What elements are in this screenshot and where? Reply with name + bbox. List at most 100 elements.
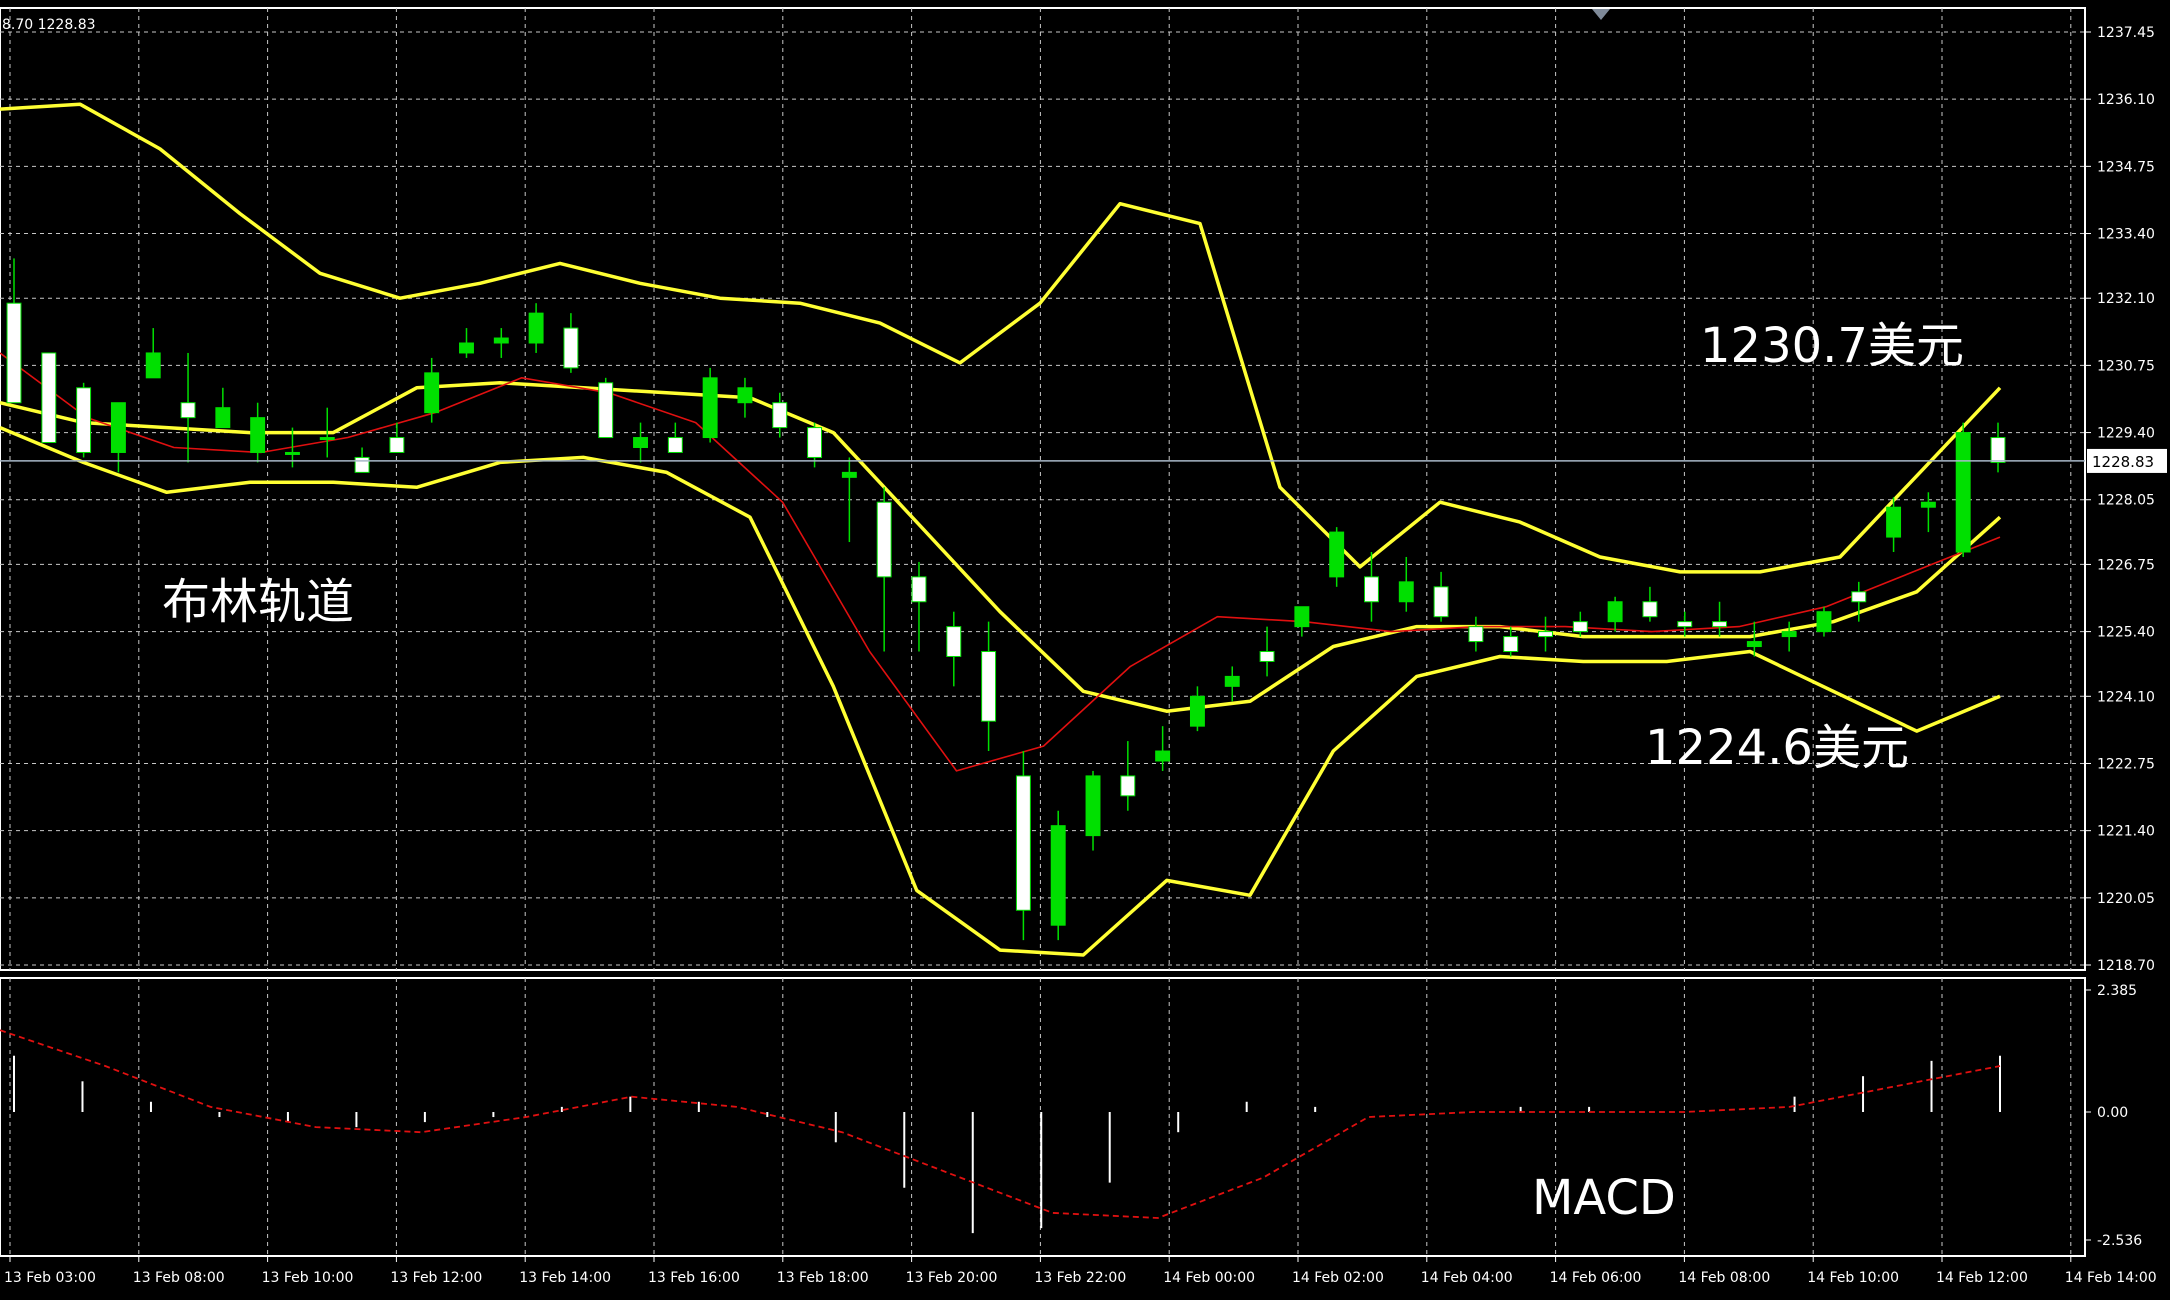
candle-body (110, 402, 126, 453)
candle-body (354, 456, 370, 473)
upper-price-annotation: 1230.7美元 (1700, 318, 1964, 374)
candle-body (563, 327, 579, 369)
candle-body (1712, 621, 1728, 628)
candle-body (1955, 432, 1971, 553)
candle-body (702, 377, 718, 439)
y-tick-label: 1224.10 (2097, 689, 2155, 705)
y-tick-label: 1228.05 (2097, 493, 2155, 509)
candle-body (772, 402, 788, 429)
macd-tick-label: 0.00 (2097, 1105, 2128, 1121)
candle-body (1538, 631, 1553, 638)
candle-body (1746, 641, 1762, 648)
candle-body (876, 501, 892, 578)
candle-body (1364, 576, 1379, 603)
candle-body (1886, 506, 1902, 538)
candle-body (1503, 636, 1519, 653)
y-tick-label: 1236.10 (2097, 92, 2155, 108)
candle-body (841, 471, 857, 478)
bollinger-label: 布林轨道 (162, 574, 354, 630)
candle-body (1781, 631, 1797, 638)
x-tick-label: 13 Feb 03:00 (4, 1270, 96, 1286)
candle-body (807, 427, 823, 458)
candle-body (1398, 581, 1414, 603)
candle-body (215, 407, 231, 429)
x-tick-label: 14 Feb 02:00 (1292, 1270, 1384, 1286)
candle-body (911, 576, 927, 603)
candle-body (1155, 750, 1171, 762)
candle-body (1189, 695, 1205, 727)
candle-body (1920, 501, 1936, 508)
candle-body (667, 437, 683, 453)
y-tick-label: 1222.75 (2097, 756, 2155, 772)
x-tick-label: 14 Feb 08:00 (1678, 1270, 1770, 1286)
candle-body (1050, 825, 1066, 926)
candle-body (284, 451, 300, 455)
candle-body (41, 352, 57, 444)
x-tick-label: 13 Feb 16:00 (648, 1270, 740, 1286)
candle-body (633, 437, 648, 448)
candle-body (737, 387, 753, 404)
x-tick-label: 14 Feb 04:00 (1421, 1270, 1513, 1286)
candle-body (459, 342, 474, 354)
candle-body (946, 626, 962, 657)
candle-body (1851, 591, 1867, 603)
y-tick-label: 1218.70 (2097, 958, 2155, 974)
candle-body (1677, 621, 1693, 628)
candle-body (981, 651, 997, 722)
y-tick-label: 1232.10 (2097, 291, 2155, 307)
chart-canvas: 1228.83 8.70 1228.83 1237.45 1236.10 1234.… (0, 0, 2170, 1300)
x-tick-label: 13 Feb 18:00 (777, 1270, 869, 1286)
candle-body (528, 312, 544, 344)
candle-body (493, 337, 509, 344)
candle-body (1572, 621, 1588, 633)
candle-body (598, 382, 614, 439)
candle-body (6, 302, 22, 404)
candle-body (1259, 651, 1275, 662)
y-tick-label: 1225.40 (2097, 625, 2155, 641)
candle-body (424, 372, 440, 414)
candle-body (145, 352, 161, 379)
current-price-label: 1228.83 (2092, 453, 2154, 471)
macd-label: MACD (1532, 1170, 1676, 1226)
y-tick-label: 1229.40 (2097, 426, 2155, 442)
candle-body (76, 387, 92, 453)
candle-body (1224, 675, 1240, 687)
x-tick-label: 14 Feb 12:00 (1936, 1270, 2028, 1286)
lower-price-annotation: 1224.6美元 (1645, 720, 1909, 776)
candle-body (1816, 611, 1832, 633)
y-tick-label: 1234.75 (2097, 159, 2155, 175)
y-tick-label: 1233.40 (2097, 227, 2155, 243)
y-tick-label: 1221.40 (2097, 824, 2155, 840)
x-tick-label: 13 Feb 20:00 (906, 1270, 998, 1286)
candle-body (1120, 775, 1136, 797)
x-tick-label: 13 Feb 22:00 (1034, 1270, 1126, 1286)
y-tick-label: 1226.75 (2097, 557, 2155, 573)
candle-body (389, 437, 405, 453)
macd-tick-label: -2.536 (2097, 1233, 2142, 1249)
y-tick-label: 1237.45 (2097, 25, 2155, 41)
x-tick-label: 13 Feb 08:00 (133, 1270, 225, 1286)
candle-body (250, 417, 266, 453)
candle-body (1468, 626, 1484, 643)
candle-body (1329, 531, 1345, 578)
candle-body (1642, 601, 1658, 618)
candle-body (1990, 437, 2006, 463)
candle-body (1294, 606, 1310, 628)
x-tick-label: 14 Feb 10:00 (1807, 1270, 1899, 1286)
candle-body (1607, 601, 1623, 623)
candle-body (1015, 775, 1031, 911)
x-tick-label: 14 Feb 06:00 (1550, 1270, 1642, 1286)
x-tick-label: 14 Feb 00:00 (1163, 1270, 1255, 1286)
x-tick-label: 13 Feb 14:00 (519, 1270, 611, 1286)
y-tick-label: 1230.75 (2097, 358, 2155, 374)
candle-body (319, 437, 335, 441)
y-tick-label: 1220.05 (2097, 891, 2155, 907)
candle-body (180, 402, 196, 419)
x-tick-label: 13 Feb 12:00 (390, 1270, 482, 1286)
x-tick-label: 13 Feb 10:00 (262, 1270, 354, 1286)
macd-tick-label: 2.385 (2097, 983, 2137, 999)
x-tick-label: 14 Feb 14:00 (2065, 1270, 2157, 1286)
candle-body (1085, 775, 1101, 837)
candle-body (1433, 586, 1449, 618)
ohlc-header-text: 8.70 1228.83 (2, 17, 96, 33)
